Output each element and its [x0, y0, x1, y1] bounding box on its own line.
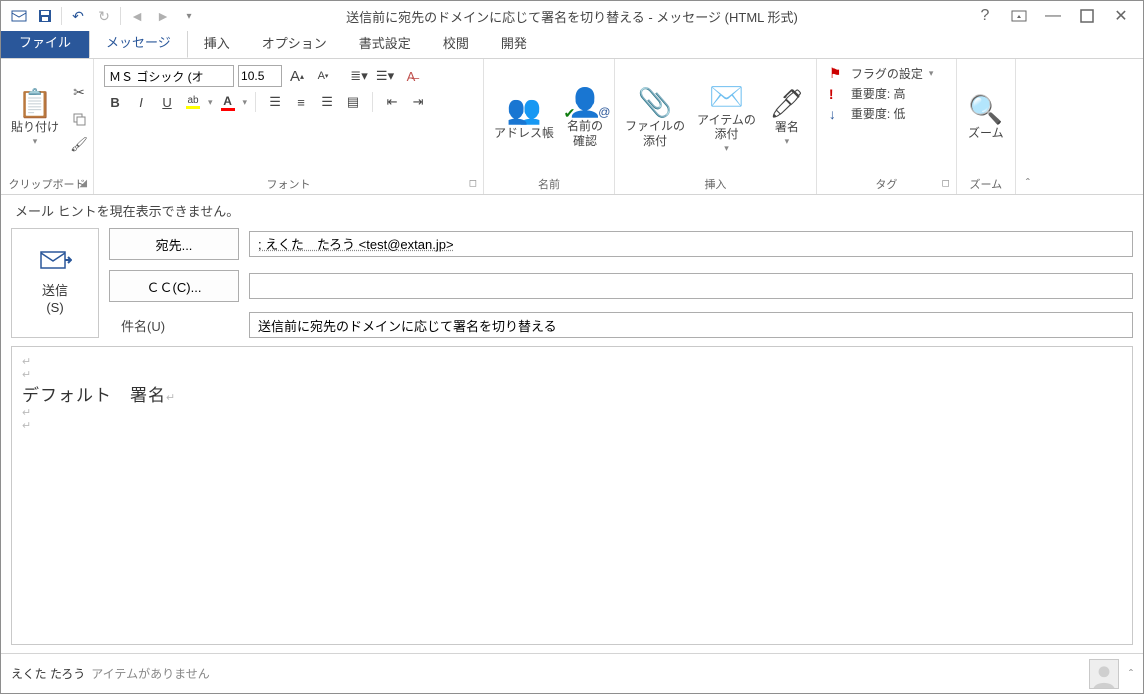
subject-label: 件名(U) [109, 316, 239, 335]
paragraph-mark: ↵ [22, 368, 1122, 381]
paragraph-mark: ↵ [22, 355, 1122, 368]
tab-format[interactable]: 書式設定 [343, 27, 427, 58]
ribbon: 📋 貼り付け ▾ ✂ 🖌 クリップボード◢ A▴ A▾ ≣▾ ☰▾ A̶ [1, 59, 1143, 195]
tab-developer[interactable]: 開発 [485, 27, 543, 58]
launcher-icon[interactable]: ◻ [469, 175, 477, 193]
font-size-input[interactable] [238, 65, 282, 87]
avatar[interactable] [1089, 659, 1119, 689]
align-left-icon[interactable]: ☰ [264, 91, 286, 113]
subject-input[interactable] [249, 312, 1133, 338]
message-body[interactable]: ↵ ↵ デフォルト 署名↵ ↵ ↵ [11, 346, 1133, 645]
increase-indent-icon[interactable]: ⇥ [407, 91, 429, 113]
numbering-icon[interactable]: ☰▾ [374, 65, 396, 87]
quick-access-toolbar: ↶ ↻ ◄ ► ▾ [1, 4, 201, 28]
close-icon[interactable]: ✕ [1107, 4, 1135, 28]
attach-file-button[interactable]: 📎 ファイルの 添付 [619, 87, 691, 150]
group-include: 📎 ファイルの 添付 ✉️ アイテムの 添付 ▾ 🖊 署名 ▾ 挿入 [615, 59, 817, 194]
attach-item-button[interactable]: ✉️ アイテムの 添付 ▾ [691, 81, 762, 157]
signature-icon: 🖊 [769, 90, 805, 118]
status-bar: えくた たろう アイテムがありません ˆ [1, 653, 1143, 693]
group-clipboard: 📋 貼り付け ▾ ✂ 🖌 クリップボード◢ [1, 59, 94, 194]
group-names: 👥 アドレス帳 👤✔@ 名前の 確認 名前 [484, 59, 615, 194]
paperclip-icon: 📎 [638, 89, 673, 117]
follow-up-button[interactable]: ⚑フラグの設定 ▾ [829, 65, 934, 82]
launcher-icon[interactable]: ◻ [942, 175, 950, 193]
signature-text: デフォルト 署名 [22, 386, 166, 405]
tab-review[interactable]: 校閲 [427, 27, 485, 58]
mail-tip: メール ヒントを現在表示できません。 [1, 195, 1143, 226]
window-controls: ? — ✕ [971, 4, 1143, 28]
bullets-icon[interactable]: ≣▾ [348, 65, 370, 87]
flag-icon: ⚑ [829, 65, 845, 82]
undo-icon[interactable]: ↶ [66, 4, 90, 28]
to-button[interactable]: 宛先... [109, 228, 239, 260]
paragraph-mark: ↵ [22, 419, 1122, 432]
group-tags: ⚑フラグの設定 ▾ !重要度: 高 ↓重要度: 低 タグ◻ [817, 59, 957, 194]
italic-button[interactable]: I [130, 91, 152, 113]
importance-high-button[interactable]: !重要度: 高 [829, 85, 906, 102]
ribbon-tabs: ファイル メッセージ 挿入 オプション 書式設定 校閲 開発 [1, 31, 1143, 59]
highlight-button[interactable]: ab [182, 91, 204, 113]
underline-button[interactable]: U [156, 91, 178, 113]
font-color-button[interactable]: A [217, 91, 239, 113]
paste-button[interactable]: 📋 貼り付け ▾ [5, 88, 65, 149]
cut-icon[interactable]: ✂ [69, 83, 89, 103]
grow-font-icon[interactable]: A▴ [286, 65, 308, 87]
prev-icon[interactable]: ◄ [125, 4, 149, 28]
zoom-button[interactable]: 🔍 ズーム [961, 94, 1011, 142]
status-items: アイテムがありません [91, 665, 209, 682]
importance-high-icon: ! [829, 86, 845, 102]
shrink-font-icon[interactable]: A▾ [312, 65, 334, 87]
collapse-ribbon-icon[interactable]: ˆ [1016, 59, 1040, 194]
clear-format-icon[interactable]: A̶ [400, 65, 422, 87]
redo-icon[interactable]: ↻ [92, 4, 116, 28]
cc-input[interactable] [249, 273, 1133, 299]
app-icon[interactable] [7, 4, 31, 28]
bold-button[interactable]: B [104, 91, 126, 113]
tab-insert[interactable]: 挿入 [188, 27, 246, 58]
group-zoom: 🔍 ズーム ズーム [957, 59, 1016, 194]
minimize-icon[interactable]: — [1039, 4, 1067, 28]
people-pane-toggle-icon[interactable]: ˆ [1129, 667, 1133, 681]
paragraph-mark: ↵ [22, 406, 1122, 419]
group-font: A▴ A▾ ≣▾ ☰▾ A̶ B I U ab ▾ A ▾ ☰ ≡ ☰ ▤ [94, 59, 484, 194]
check-names-button[interactable]: 👤✔@ 名前の 確認 [560, 87, 610, 150]
title-bar: ↶ ↻ ◄ ► ▾ 送信前に宛先のドメインに応じて署名を切り替える - メッセー… [1, 1, 1143, 31]
status-user: えくた たろう [11, 665, 85, 682]
send-button[interactable]: 送信 (S) [11, 228, 99, 338]
clipboard-icon: 📋 [18, 90, 53, 118]
attach-item-icon: ✉️ [709, 83, 744, 111]
signature-button[interactable]: 🖊 署名 ▾ [762, 88, 812, 149]
align-justify-icon[interactable]: ▤ [342, 91, 364, 113]
copy-icon[interactable] [69, 109, 89, 129]
format-painter-icon[interactable]: 🖌 [69, 135, 89, 155]
help-icon[interactable]: ? [971, 4, 999, 28]
to-input[interactable]: ; えくた たろう <test@extan.jp> [249, 231, 1133, 257]
check-names-icon: 👤✔@ [568, 89, 603, 117]
address-book-icon: 👥 [507, 96, 542, 124]
importance-low-button[interactable]: ↓重要度: 低 [829, 105, 906, 122]
launcher-icon[interactable]: ◢ [79, 175, 87, 193]
next-icon[interactable]: ► [151, 4, 175, 28]
save-icon[interactable] [33, 4, 57, 28]
maximize-icon[interactable] [1073, 4, 1101, 28]
message-header: 送信 (S) 宛先... ; えくた たろう <test@extan.jp> Ｃ… [1, 226, 1143, 342]
decrease-indent-icon[interactable]: ⇤ [381, 91, 403, 113]
ribbon-display-icon[interactable] [1005, 4, 1033, 28]
align-center-icon[interactable]: ≡ [290, 91, 312, 113]
font-name-input[interactable] [104, 65, 234, 87]
importance-low-icon: ↓ [829, 106, 845, 122]
zoom-icon: 🔍 [968, 96, 1003, 124]
send-icon [38, 249, 72, 277]
align-right-icon[interactable]: ☰ [316, 91, 338, 113]
address-book-button[interactable]: 👥 アドレス帳 [488, 94, 560, 142]
tab-options[interactable]: オプション [246, 27, 343, 58]
qat-customize-icon[interactable]: ▾ [177, 4, 201, 28]
cc-button[interactable]: ＣＣ(C)... [109, 270, 239, 302]
